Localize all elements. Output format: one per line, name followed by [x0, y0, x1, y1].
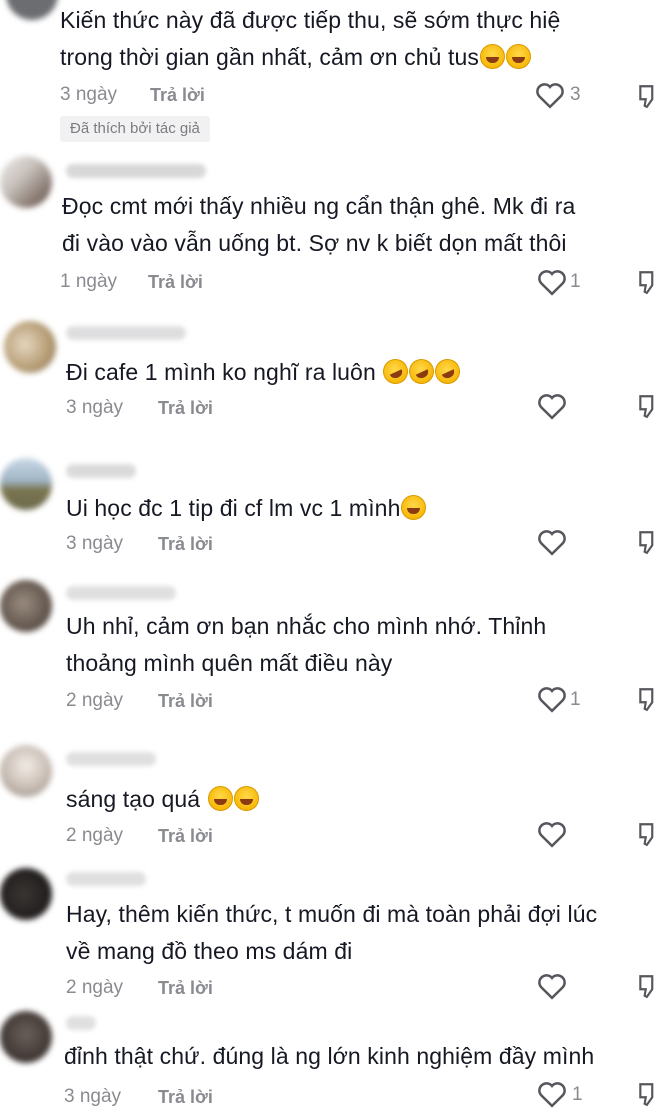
grinning-face-emoji: [480, 44, 506, 69]
avatar[interactable]: [0, 580, 52, 632]
thumbs-down-outline-icon[interactable]: [636, 820, 660, 848]
comment-time: 3 ngày: [66, 533, 124, 554]
thumbs-down-outline-icon[interactable]: [636, 392, 660, 420]
comment-text: sáng tạo quá: [66, 781, 259, 818]
heart-outline-icon[interactable]: [537, 392, 567, 420]
avatar[interactable]: [4, 321, 56, 373]
rofl-emoji: [405, 354, 439, 389]
liked-by-author-badge: Đã thích bởi tác giả: [60, 116, 210, 142]
tears-of-joy-emoji: [401, 495, 427, 520]
thumbs-down-outline-icon[interactable]: [636, 685, 660, 713]
comment-text: Hay, thêm kiến thức, t muốn đi mà toàn p…: [66, 901, 598, 964]
thumbs-down-outline-icon[interactable]: [636, 268, 660, 296]
tears-of-joy-emoji: [233, 786, 259, 811]
like-count: 1: [570, 271, 581, 292]
thumbs-down-outline-icon[interactable]: [636, 82, 660, 110]
avatar[interactable]: [0, 458, 52, 510]
reply-button[interactable]: Trả lời: [158, 534, 213, 555]
thumbs-down-outline-icon[interactable]: [636, 972, 660, 1000]
username[interactable]: [66, 164, 206, 178]
like-count: 1: [570, 689, 581, 710]
comment-text: đỉnh thật chứ. đúng là ng lớn kinh nghiệ…: [64, 1043, 595, 1069]
username[interactable]: [66, 586, 176, 600]
comment-time: 2 ngày: [66, 977, 124, 998]
like-count: 1: [572, 1084, 583, 1105]
avatar[interactable]: [0, 1011, 52, 1063]
comment-text: Uh nhỉ, cảm ơn bạn nhắc cho mình nhớ. Th…: [66, 613, 547, 676]
heart-outline-icon[interactable]: [537, 1080, 567, 1108]
comment-text: Kiến thức này đã được tiếp thu, sẽ sớm t…: [60, 7, 561, 70]
username[interactable]: [66, 872, 146, 886]
comment-text: Ui học đc 1 tip đi cf lm vc 1 mình: [66, 490, 427, 527]
comment-time: 3 ngày: [64, 1086, 122, 1107]
avatar[interactable]: [0, 745, 52, 797]
like-count: 3: [570, 84, 581, 105]
heart-outline-icon[interactable]: [537, 528, 567, 556]
heart-outline-icon[interactable]: [535, 81, 565, 109]
comment-time: 2 ngày: [66, 690, 124, 711]
comment-text: Đi cafe 1 mình ko nghĩ ra luôn: [66, 354, 465, 391]
heart-outline-icon[interactable]: [537, 972, 567, 1000]
username[interactable]: [66, 464, 136, 478]
heart-outline-icon[interactable]: [537, 820, 567, 848]
avatar[interactable]: [0, 868, 52, 920]
reply-button[interactable]: Trả lời: [148, 272, 203, 293]
rofl-emoji: [431, 354, 465, 389]
username[interactable]: [66, 326, 186, 340]
username[interactable]: [66, 1016, 96, 1030]
reply-button[interactable]: Trả lời: [158, 1087, 213, 1108]
username[interactable]: [66, 752, 156, 766]
reply-button[interactable]: Trả lời: [158, 691, 213, 712]
tears-of-joy-emoji: [207, 786, 233, 811]
tears-of-joy-emoji: [506, 44, 532, 69]
reply-button[interactable]: Trả lời: [158, 978, 213, 999]
comment-text: Đọc cmt mới thấy nhiều ng cẩn thận ghê. …: [62, 193, 576, 256]
thumbs-down-outline-icon[interactable]: [636, 1080, 660, 1108]
comment-time: 1 ngày: [60, 271, 118, 292]
reply-button[interactable]: Trả lời: [150, 85, 205, 106]
thumbs-down-outline-icon[interactable]: [636, 528, 660, 556]
heart-outline-icon[interactable]: [537, 268, 567, 296]
comment-time: 3 ngày: [60, 84, 118, 105]
heart-outline-icon[interactable]: [537, 685, 567, 713]
reply-button[interactable]: Trả lời: [158, 398, 213, 419]
avatar[interactable]: [0, 156, 52, 208]
comment-time: 2 ngày: [66, 825, 124, 846]
comment-time: 3 ngày: [66, 397, 124, 418]
reply-button[interactable]: Trả lời: [158, 826, 213, 847]
avatar[interactable]: [6, 0, 58, 20]
rofl-emoji: [379, 354, 413, 389]
